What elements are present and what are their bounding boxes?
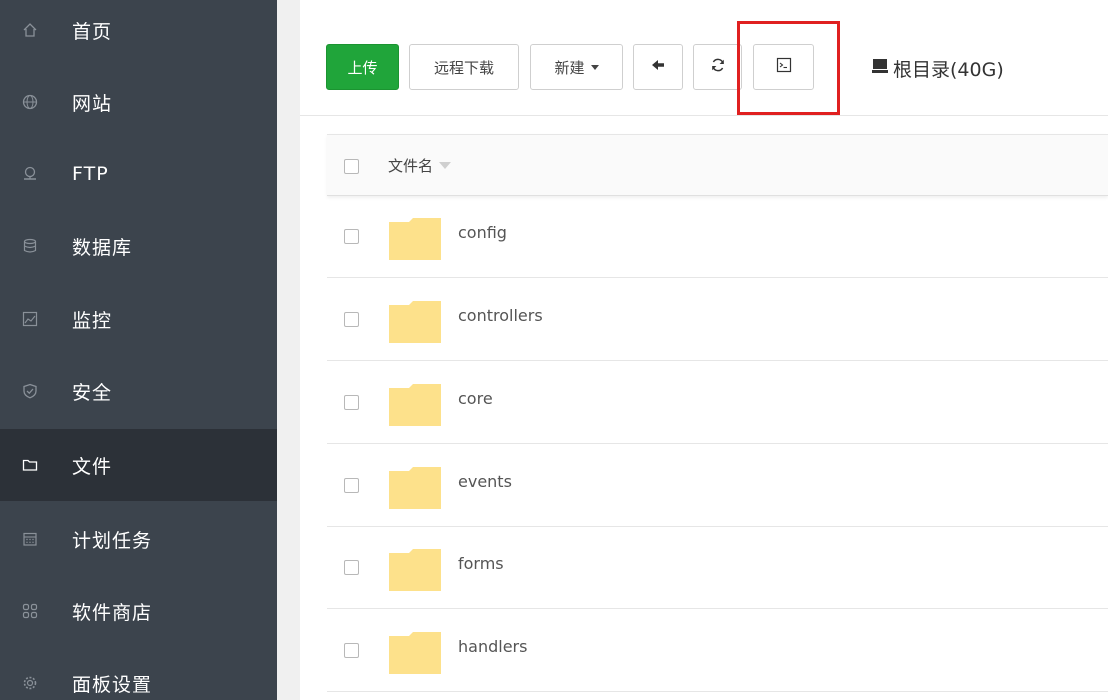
- table-header: 文件名: [327, 134, 1108, 196]
- folder-icon: [389, 467, 441, 509]
- refresh-icon: [710, 57, 726, 77]
- sidebar-item-label: 面板设置: [72, 673, 153, 696]
- apps-icon: [22, 603, 38, 619]
- file-name[interactable]: events: [458, 472, 512, 491]
- new-button-label: 新建: [554, 58, 585, 77]
- drive-icon: [871, 57, 893, 79]
- terminal-highlight-box: [737, 21, 840, 115]
- ftp-icon: [22, 166, 38, 182]
- row-checkbox[interactable]: [344, 643, 359, 658]
- filename-column-header[interactable]: 文件名: [388, 155, 452, 176]
- file-name[interactable]: controllers: [458, 306, 543, 325]
- sidebar-item-database[interactable]: 数据库: [0, 210, 277, 282]
- sidebar-item-label: 首页: [72, 20, 113, 43]
- sidebar-item-panel-settings[interactable]: 面板设置: [0, 647, 277, 700]
- upload-button[interactable]: 上传: [326, 44, 399, 90]
- row-checkbox[interactable]: [344, 229, 359, 244]
- folder-icon: [389, 218, 441, 260]
- sidebar-item-monitor[interactable]: 监控: [0, 283, 277, 355]
- sidebar-item-ftp[interactable]: FTP: [0, 138, 277, 210]
- sidebar-item-label: 监控: [72, 309, 113, 332]
- sidebar-item-website[interactable]: 网站: [0, 66, 277, 138]
- refresh-button[interactable]: [693, 44, 742, 90]
- sidebar-item-cron[interactable]: 计划任务: [0, 503, 277, 575]
- sidebar-item-label: 计划任务: [72, 529, 153, 552]
- sidebar-item-files[interactable]: 文件: [0, 429, 277, 501]
- sidebar-item-home[interactable]: 首页: [0, 0, 277, 66]
- table-row[interactable]: config: [327, 196, 1108, 278]
- file-name[interactable]: config: [458, 223, 507, 242]
- chevron-down-icon: [590, 64, 599, 70]
- arrow-left-icon: [650, 57, 666, 77]
- toolbar-divider: [300, 115, 1108, 116]
- database-icon: [22, 238, 38, 254]
- sidebar-item-security[interactable]: 安全: [0, 355, 277, 427]
- folder-icon: [389, 632, 441, 674]
- sidebar-item-label: 安全: [72, 381, 113, 404]
- root-directory-link[interactable]: 根目录(40G): [871, 54, 1004, 82]
- filename-header-label: 文件名: [388, 157, 434, 175]
- sort-caret-icon: [439, 162, 452, 169]
- shield-icon: [22, 383, 38, 399]
- upload-button-label: 上传: [347, 58, 378, 77]
- folder-icon: [389, 384, 441, 426]
- globe-icon: [22, 94, 38, 110]
- gear-icon: [22, 675, 38, 691]
- remote-download-button[interactable]: 远程下载: [409, 44, 519, 90]
- file-name[interactable]: forms: [458, 554, 504, 573]
- table-row[interactable]: handlers: [327, 610, 1108, 692]
- row-checkbox[interactable]: [344, 560, 359, 575]
- new-dropdown-button[interactable]: 新建: [530, 44, 623, 90]
- row-checkbox[interactable]: [344, 395, 359, 410]
- folder-icon: [389, 301, 441, 343]
- remote-download-label: 远程下载: [433, 58, 494, 77]
- file-toolbar: 上传 远程下载 新建 根目录(40G): [300, 0, 1108, 116]
- file-name[interactable]: handlers: [458, 637, 527, 656]
- sidebar: 首页 网站 FTP 数据库 监控 安全 文件 计划任务 软件商店 面板设置: [0, 0, 277, 700]
- table-row[interactable]: forms: [327, 527, 1108, 609]
- root-directory-label: 根目录(40G): [893, 58, 1004, 81]
- file-manager-panel: 上传 远程下载 新建 根目录(40G) 文件名 config controlle…: [300, 0, 1108, 700]
- folder-icon: [389, 549, 441, 591]
- main-area: 上传 远程下载 新建 根目录(40G) 文件名 config controlle…: [277, 0, 1108, 700]
- table-row[interactable]: controllers: [327, 279, 1108, 361]
- home-icon: [22, 22, 38, 38]
- sidebar-item-label: 软件商店: [72, 601, 153, 624]
- calendar-icon: [22, 531, 38, 547]
- select-all-checkbox[interactable]: [344, 159, 359, 174]
- sidebar-item-app-store[interactable]: 软件商店: [0, 575, 277, 647]
- monitor-icon: [22, 311, 38, 327]
- file-name[interactable]: core: [458, 389, 493, 408]
- table-row[interactable]: events: [327, 445, 1108, 527]
- sidebar-item-label: 数据库: [72, 236, 133, 259]
- sidebar-item-label: FTP: [72, 163, 109, 185]
- sidebar-item-label: 文件: [72, 455, 113, 478]
- folder-icon: [22, 457, 38, 473]
- sidebar-item-label: 网站: [72, 92, 113, 115]
- row-checkbox[interactable]: [344, 312, 359, 327]
- table-row[interactable]: core: [327, 362, 1108, 444]
- back-button[interactable]: [633, 44, 683, 90]
- row-checkbox[interactable]: [344, 478, 359, 493]
